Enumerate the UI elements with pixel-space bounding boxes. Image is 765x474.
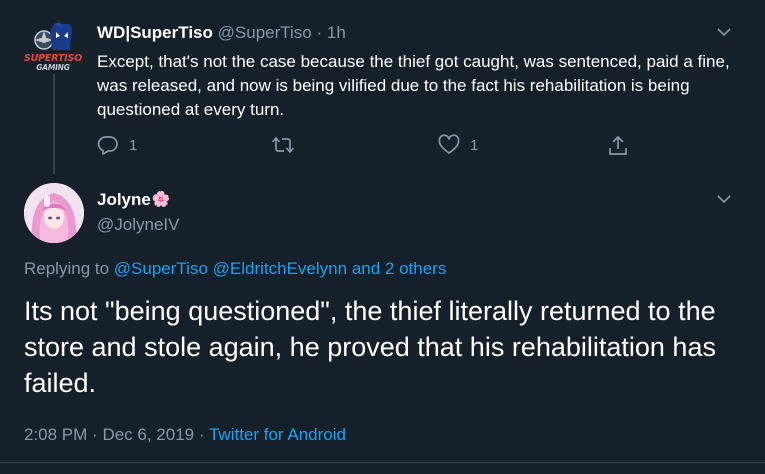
reply-count: 1 xyxy=(129,136,138,154)
timestamp[interactable]: 1h xyxy=(327,23,346,42)
display-name[interactable]: WD|SuperTiso xyxy=(97,23,213,42)
like-count: 1 xyxy=(470,136,479,154)
handle-jolyne[interactable]: @JolyneIV xyxy=(97,214,179,236)
tweet-time[interactable]: 2:08 PM xyxy=(24,425,87,444)
divider xyxy=(0,462,765,463)
chevron-down-icon[interactable] xyxy=(717,194,731,204)
separator: · xyxy=(316,23,323,42)
sakura-emoji-icon: 🌸 xyxy=(151,191,171,208)
meta-separator: · xyxy=(92,425,98,444)
like-icon xyxy=(438,134,460,154)
tweet-meta: 2:08 PM · Dec 6, 2019 · Twitter for Andr… xyxy=(24,424,346,446)
mention-eldritchevelynn[interactable]: @EldritchEvelynn xyxy=(213,259,347,278)
mention-supertiso[interactable]: @SuperTiso xyxy=(114,259,208,278)
tweet-date[interactable]: Dec 6, 2019 xyxy=(102,425,194,444)
handle[interactable]: @SuperTiso xyxy=(218,23,312,42)
display-name-jolyne[interactable]: Jolyne 🌸 xyxy=(97,189,171,211)
replying-prefix: Replying to xyxy=(24,259,110,278)
tweet-text: Except, that's not the case because the … xyxy=(97,52,730,119)
avatar-supertiso[interactable]: SUPERTISO GAMING xyxy=(24,20,82,78)
main-tweet-text: Its not "being questioned", the thief li… xyxy=(24,296,716,398)
display-name-text: Jolyne xyxy=(97,190,151,209)
tweet1-header: WD|SuperTiso @SuperTiso · 1h xyxy=(97,22,346,44)
tweet-source-link[interactable]: Twitter for Android xyxy=(209,425,346,444)
supertiso-logo-icon xyxy=(34,22,72,50)
retweet-button[interactable] xyxy=(271,134,295,156)
replying-to: Replying to @SuperTiso @EldritchEvelynn … xyxy=(24,258,446,280)
avatar-jolyne[interactable] xyxy=(24,183,84,243)
meta-separator: · xyxy=(198,425,205,444)
like-button[interactable]: 1 xyxy=(438,134,478,156)
thread-line xyxy=(53,74,55,174)
reply-icon xyxy=(97,136,118,155)
tweet-actions: 1 1 xyxy=(97,134,637,158)
share-icon xyxy=(609,135,627,155)
mention-others-link[interactable]: and 2 others xyxy=(352,259,447,278)
chevron-down-icon[interactable] xyxy=(717,27,731,37)
share-button[interactable] xyxy=(607,134,629,158)
anime-avatar-icon xyxy=(24,183,84,243)
retweet-icon xyxy=(271,136,295,154)
reply-button[interactable]: 1 xyxy=(97,134,137,156)
avatar-logo-text: SUPERTISO GAMING xyxy=(24,53,83,72)
